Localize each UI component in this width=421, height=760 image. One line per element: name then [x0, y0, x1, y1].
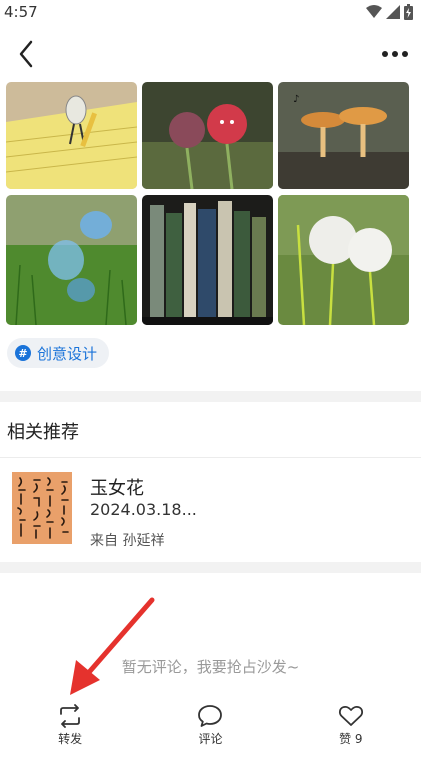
related-section-title: 相关推荐: [7, 422, 79, 443]
hashtag-icon: #: [15, 345, 31, 361]
like-count-label: 赞 9: [339, 732, 363, 746]
comment-bubble-icon: [198, 705, 223, 727]
status-icons: [366, 4, 413, 20]
empty-comments-text: 暂无评论，我要抢占沙发~: [121, 658, 300, 676]
photo-book-figures[interactable]: [142, 195, 273, 325]
like-button[interactable]: 赞 9: [311, 700, 391, 747]
comment-button[interactable]: 评论: [170, 700, 250, 747]
related-item[interactable]: 玉女花 2024.03.18... 来自 孙延祥: [0, 458, 421, 560]
repost-icon: [60, 704, 81, 728]
share-button[interactable]: 转发: [30, 700, 110, 747]
heart-icon: [338, 705, 363, 726]
topic-tag-label: 创意设计: [37, 344, 98, 363]
photo-glass-figures[interactable]: [6, 195, 137, 325]
top-nav-bar: [0, 30, 421, 78]
photo-lightbulb-figure[interactable]: [6, 82, 137, 189]
signal-icon: [386, 5, 400, 19]
more-dots-icon: [382, 51, 408, 57]
photo-dandelion-figures[interactable]: [278, 195, 409, 325]
photo-raspberry-figures[interactable]: [142, 82, 273, 189]
wifi-icon: [366, 5, 382, 18]
chevron-left-icon: [19, 40, 33, 68]
status-time: 4:57: [4, 3, 38, 21]
more-options-button[interactable]: [381, 42, 409, 66]
topic-tag[interactable]: # 创意设计: [7, 338, 110, 368]
svg-text:♪: ♪: [293, 94, 299, 105]
photo-grid: ♪: [6, 82, 409, 325]
battery-icon: [404, 4, 413, 20]
photo-mushroom-figures[interactable]: ♪: [278, 82, 409, 189]
related-item-title: 玉女花: [90, 478, 144, 499]
section-divider: [0, 391, 421, 402]
section-divider-2: [0, 562, 421, 573]
back-button[interactable]: [12, 36, 42, 72]
related-item-thumbnail: [12, 472, 72, 544]
related-item-source: 来自 孙延祥: [90, 533, 165, 549]
related-item-date: 2024.03.18...: [90, 500, 197, 519]
share-label: 转发: [58, 732, 83, 746]
status-bar: 4:57: [0, 0, 421, 24]
bottom-action-bar: 转发 评论 赞 9: [0, 700, 421, 760]
comment-label: 评论: [198, 732, 223, 746]
